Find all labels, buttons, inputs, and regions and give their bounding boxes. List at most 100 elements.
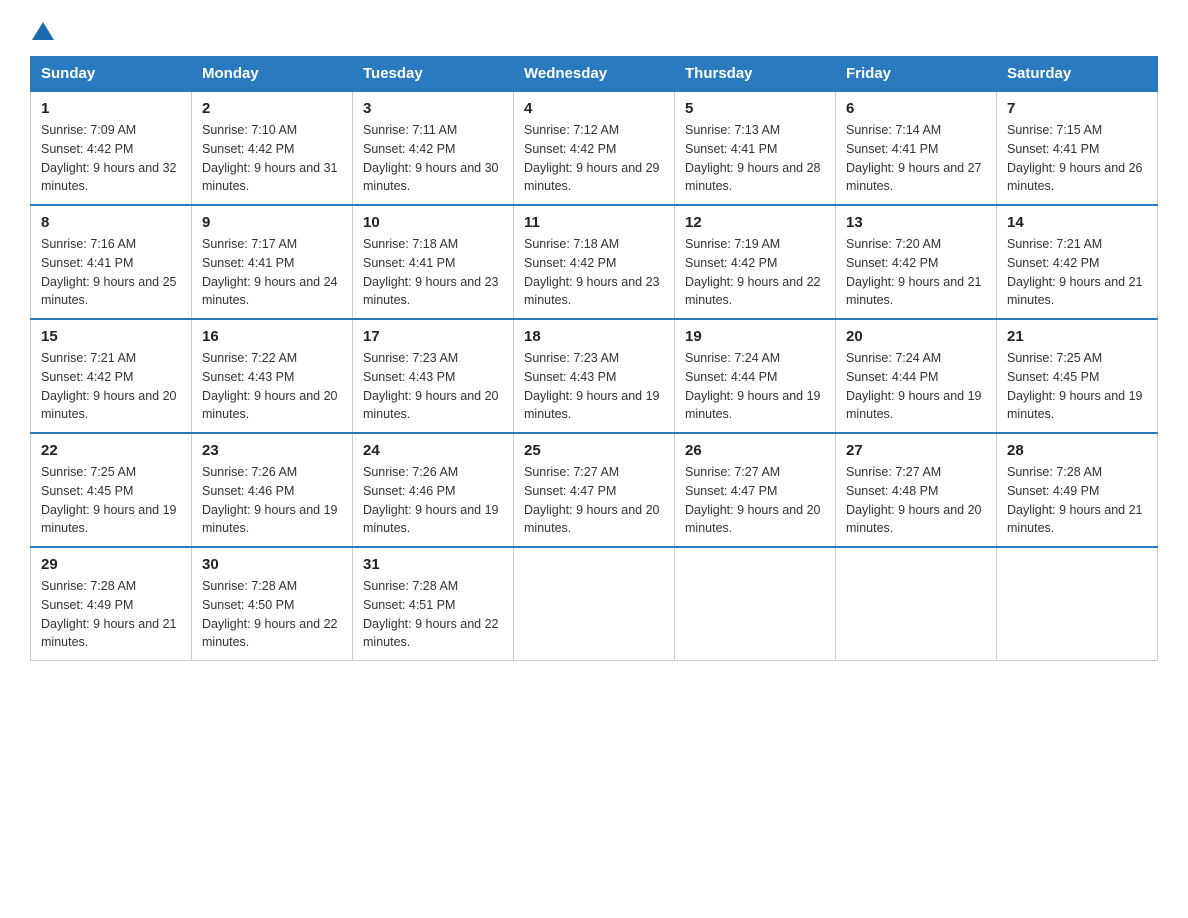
day-info: Sunrise: 7:26 AMSunset: 4:46 PMDaylight:… [202,463,342,538]
calendar-cell: 17 Sunrise: 7:23 AMSunset: 4:43 PMDayligh… [353,319,514,433]
day-info: Sunrise: 7:26 AMSunset: 4:46 PMDaylight:… [363,463,503,538]
calendar-cell: 7 Sunrise: 7:15 AMSunset: 4:41 PMDaylight… [997,91,1158,205]
day-number: 22 [41,442,181,459]
day-number: 28 [1007,442,1147,459]
calendar-cell: 1 Sunrise: 7:09 AMSunset: 4:42 PMDaylight… [31,91,192,205]
calendar-cell: 27 Sunrise: 7:27 AMSunset: 4:48 PMDayligh… [836,433,997,547]
calendar-cell [836,547,997,661]
calendar-cell: 30 Sunrise: 7:28 AMSunset: 4:50 PMDayligh… [192,547,353,661]
calendar-week-row: 29 Sunrise: 7:28 AMSunset: 4:49 PMDayligh… [31,547,1158,661]
calendar-cell: 12 Sunrise: 7:19 AMSunset: 4:42 PMDayligh… [675,205,836,319]
day-info: Sunrise: 7:16 AMSunset: 4:41 PMDaylight:… [41,235,181,310]
calendar-header-sunday: Sunday [31,57,192,92]
day-info: Sunrise: 7:15 AMSunset: 4:41 PMDaylight:… [1007,121,1147,196]
calendar-header-saturday: Saturday [997,57,1158,92]
day-info: Sunrise: 7:25 AMSunset: 4:45 PMDaylight:… [1007,349,1147,424]
day-number: 13 [846,214,986,231]
day-info: Sunrise: 7:17 AMSunset: 4:41 PMDaylight:… [202,235,342,310]
calendar-week-row: 8Sunrise: 7:16 AMSunset: 4:41 PMDaylight… [31,205,1158,319]
day-info: Sunrise: 7:22 AMSunset: 4:43 PMDaylight:… [202,349,342,424]
day-number: 23 [202,442,342,459]
calendar-cell: 9 Sunrise: 7:17 AMSunset: 4:41 PMDaylight… [192,205,353,319]
calendar-cell: 10 Sunrise: 7:18 AMSunset: 4:41 PMDayligh… [353,205,514,319]
calendar-header-tuesday: Tuesday [353,57,514,92]
day-info: Sunrise: 7:28 AMSunset: 4:51 PMDaylight:… [363,577,503,652]
logo-triangle-icon [32,20,54,42]
calendar-cell: 21 Sunrise: 7:25 AMSunset: 4:45 PMDayligh… [997,319,1158,433]
day-number: 20 [846,328,986,345]
calendar-cell: 18 Sunrise: 7:23 AMSunset: 4:43 PMDayligh… [514,319,675,433]
day-info: Sunrise: 7:27 AMSunset: 4:47 PMDaylight:… [524,463,664,538]
day-info: Sunrise: 7:24 AMSunset: 4:44 PMDaylight:… [685,349,825,424]
day-info: Sunrise: 7:11 AMSunset: 4:42 PMDaylight:… [363,121,503,196]
day-info: Sunrise: 7:10 AMSunset: 4:42 PMDaylight:… [202,121,342,196]
calendar-cell: 4Sunrise: 7:12 AMSunset: 4:42 PMDaylight… [514,91,675,205]
day-number: 29 [41,556,181,573]
day-info: Sunrise: 7:23 AMSunset: 4:43 PMDaylight:… [524,349,664,424]
day-info: Sunrise: 7:13 AMSunset: 4:41 PMDaylight:… [685,121,825,196]
day-number: 24 [363,442,503,459]
calendar-cell [514,547,675,661]
calendar-header-friday: Friday [836,57,997,92]
calendar-header-monday: Monday [192,57,353,92]
day-info: Sunrise: 7:18 AMSunset: 4:42 PMDaylight:… [524,235,664,310]
day-number: 31 [363,556,503,573]
calendar-cell [997,547,1158,661]
calendar-cell: 11 Sunrise: 7:18 AMSunset: 4:42 PMDayligh… [514,205,675,319]
day-number: 10 [363,214,503,231]
day-info: Sunrise: 7:20 AMSunset: 4:42 PMDaylight:… [846,235,986,310]
calendar-week-row: 1 Sunrise: 7:09 AMSunset: 4:42 PMDaylight… [31,91,1158,205]
day-info: Sunrise: 7:27 AMSunset: 4:48 PMDaylight:… [846,463,986,538]
calendar-week-row: 22 Sunrise: 7:25 AMSunset: 4:45 PMDayligh… [31,433,1158,547]
day-number: 3 [363,100,503,117]
day-info: Sunrise: 7:21 AMSunset: 4:42 PMDaylight:… [41,349,181,424]
calendar-cell: 29 Sunrise: 7:28 AMSunset: 4:49 PMDayligh… [31,547,192,661]
day-number: 17 [363,328,503,345]
day-info: Sunrise: 7:12 AMSunset: 4:42 PMDaylight:… [524,121,664,196]
calendar-cell: 28 Sunrise: 7:28 AMSunset: 4:49 PMDayligh… [997,433,1158,547]
calendar-table: SundayMondayTuesdayWednesdayThursdayFrid… [30,56,1158,661]
day-info: Sunrise: 7:19 AMSunset: 4:42 PMDaylight:… [685,235,825,310]
day-number: 14 [1007,214,1147,231]
day-info: Sunrise: 7:21 AMSunset: 4:42 PMDaylight:… [1007,235,1147,310]
day-number: 26 [685,442,825,459]
calendar-cell [675,547,836,661]
day-info: Sunrise: 7:28 AMSunset: 4:50 PMDaylight:… [202,577,342,652]
calendar-cell: 22 Sunrise: 7:25 AMSunset: 4:45 PMDayligh… [31,433,192,547]
calendar-cell: 25Sunrise: 7:27 AMSunset: 4:47 PMDayligh… [514,433,675,547]
day-number: 21 [1007,328,1147,345]
logo [30,20,54,38]
calendar-cell: 3 Sunrise: 7:11 AMSunset: 4:42 PMDaylight… [353,91,514,205]
calendar-cell: 8Sunrise: 7:16 AMSunset: 4:41 PMDaylight… [31,205,192,319]
calendar-cell: 6Sunrise: 7:14 AMSunset: 4:41 PMDaylight… [836,91,997,205]
day-number: 18 [524,328,664,345]
day-number: 15 [41,328,181,345]
page-header [30,20,1158,38]
day-number: 19 [685,328,825,345]
day-info: Sunrise: 7:18 AMSunset: 4:41 PMDaylight:… [363,235,503,310]
calendar-week-row: 15 Sunrise: 7:21 AMSunset: 4:42 PMDayligh… [31,319,1158,433]
day-number: 27 [846,442,986,459]
day-number: 9 [202,214,342,231]
day-number: 7 [1007,100,1147,117]
calendar-cell: 23 Sunrise: 7:26 AMSunset: 4:46 PMDayligh… [192,433,353,547]
calendar-cell: 14 Sunrise: 7:21 AMSunset: 4:42 PMDayligh… [997,205,1158,319]
day-info: Sunrise: 7:27 AMSunset: 4:47 PMDaylight:… [685,463,825,538]
day-info: Sunrise: 7:28 AMSunset: 4:49 PMDaylight:… [41,577,181,652]
day-info: Sunrise: 7:28 AMSunset: 4:49 PMDaylight:… [1007,463,1147,538]
calendar-cell: 26 Sunrise: 7:27 AMSunset: 4:47 PMDayligh… [675,433,836,547]
day-number: 1 [41,100,181,117]
logo-icon [30,20,54,38]
day-number: 11 [524,214,664,231]
day-info: Sunrise: 7:14 AMSunset: 4:41 PMDaylight:… [846,121,986,196]
day-info: Sunrise: 7:09 AMSunset: 4:42 PMDaylight:… [41,121,181,196]
day-info: Sunrise: 7:25 AMSunset: 4:45 PMDaylight:… [41,463,181,538]
calendar-cell: 13 Sunrise: 7:20 AMSunset: 4:42 PMDayligh… [836,205,997,319]
calendar-header-wednesday: Wednesday [514,57,675,92]
day-number: 12 [685,214,825,231]
day-info: Sunrise: 7:24 AMSunset: 4:44 PMDaylight:… [846,349,986,424]
day-number: 2 [202,100,342,117]
calendar-cell: 20 Sunrise: 7:24 AMSunset: 4:44 PMDayligh… [836,319,997,433]
day-info: Sunrise: 7:23 AMSunset: 4:43 PMDaylight:… [363,349,503,424]
day-number: 30 [202,556,342,573]
